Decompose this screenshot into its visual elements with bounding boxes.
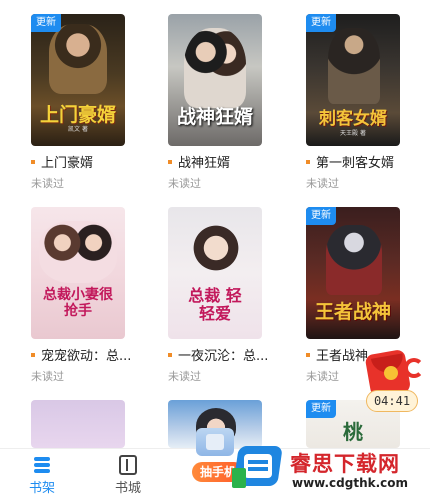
book-cover[interactable]: 更新 刺客女婿 天王殿 著 — [306, 14, 400, 146]
book-title[interactable]: 第一刺客女婿 — [306, 155, 430, 173]
cover-author: 天王殿 著 — [340, 130, 366, 137]
book-cover[interactable]: 总裁 轻轻爱 — [168, 207, 262, 339]
cover-title: 战神狂婿 — [176, 106, 253, 128]
book-title[interactable]: 一夜沉沦：总... — [168, 348, 298, 366]
read-status: 未读过 — [31, 177, 64, 190]
book-cover[interactable] — [31, 400, 125, 448]
read-status: 未读过 — [31, 370, 64, 383]
cover-title: 总裁 轻轻爱 — [188, 286, 242, 323]
watermark-logo-icon — [232, 446, 284, 490]
update-badge: 更新 — [306, 14, 336, 32]
cover-title: 总裁小妻很抢手 — [43, 287, 113, 319]
read-status: 未读过 — [168, 370, 201, 383]
book-title[interactable]: 上门豪婿 — [31, 155, 161, 173]
book-cover[interactable]: 更新 上门豪婿 凯文 著 — [31, 14, 125, 146]
update-badge: 更新 — [31, 14, 61, 32]
update-badge: 更新 — [306, 207, 336, 225]
nav-label: 书架 — [28, 481, 55, 496]
read-status: 未读过 — [168, 177, 201, 190]
book-title[interactable]: 宠宠欲动：总... — [31, 348, 161, 366]
red-envelope-timer[interactable]: 04:41 — [364, 348, 424, 418]
bookshelf-icon — [33, 455, 51, 475]
book-title[interactable]: 战神狂婿 — [168, 155, 298, 173]
coin-icon — [384, 366, 398, 380]
cover-art — [326, 225, 382, 295]
cover-author: 凯文 著 — [68, 126, 88, 133]
bullet-dot — [306, 352, 310, 357]
bullet-dot — [168, 352, 172, 357]
cover-art — [186, 213, 246, 283]
update-badge: 更新 — [306, 400, 336, 418]
nav-label: 书城 — [114, 481, 141, 496]
read-status: 未读过 — [306, 370, 339, 383]
cover-art — [49, 24, 107, 94]
bullet-dot — [168, 159, 172, 164]
book-cover[interactable]: 战神狂婿 — [168, 14, 262, 146]
cover-art — [184, 28, 246, 108]
cover-title: 刺客女婿 — [319, 109, 387, 129]
nav-tab-shelf[interactable]: 书架 — [12, 449, 72, 500]
cover-art — [39, 221, 117, 283]
cover-title: 上门豪婿 — [39, 104, 116, 126]
watermark-url: www.cdgthk.com — [292, 476, 409, 490]
book-cover[interactable]: 总裁小妻很抢手 — [31, 207, 125, 339]
cover-title: 桃 — [343, 420, 363, 444]
progress-ring-icon — [404, 358, 424, 378]
bullet-dot — [31, 159, 35, 164]
phone-gift-icon — [196, 428, 234, 456]
cover-title: 王者战神 — [314, 301, 391, 323]
cover-art — [328, 28, 380, 104]
watermark-name: 睿思下载网 — [290, 452, 400, 476]
book-cover[interactable]: 更新 王者战神 — [306, 207, 400, 339]
bookstore-icon — [119, 455, 137, 475]
bullet-dot — [306, 159, 310, 164]
nav-tab-store[interactable]: 书城 — [98, 449, 158, 500]
read-status: 未读过 — [306, 177, 339, 190]
site-watermark: 睿思下载网 www.cdgthk.com — [232, 440, 430, 500]
bullet-dot — [31, 352, 35, 357]
countdown-timer: 04:41 — [366, 390, 418, 412]
